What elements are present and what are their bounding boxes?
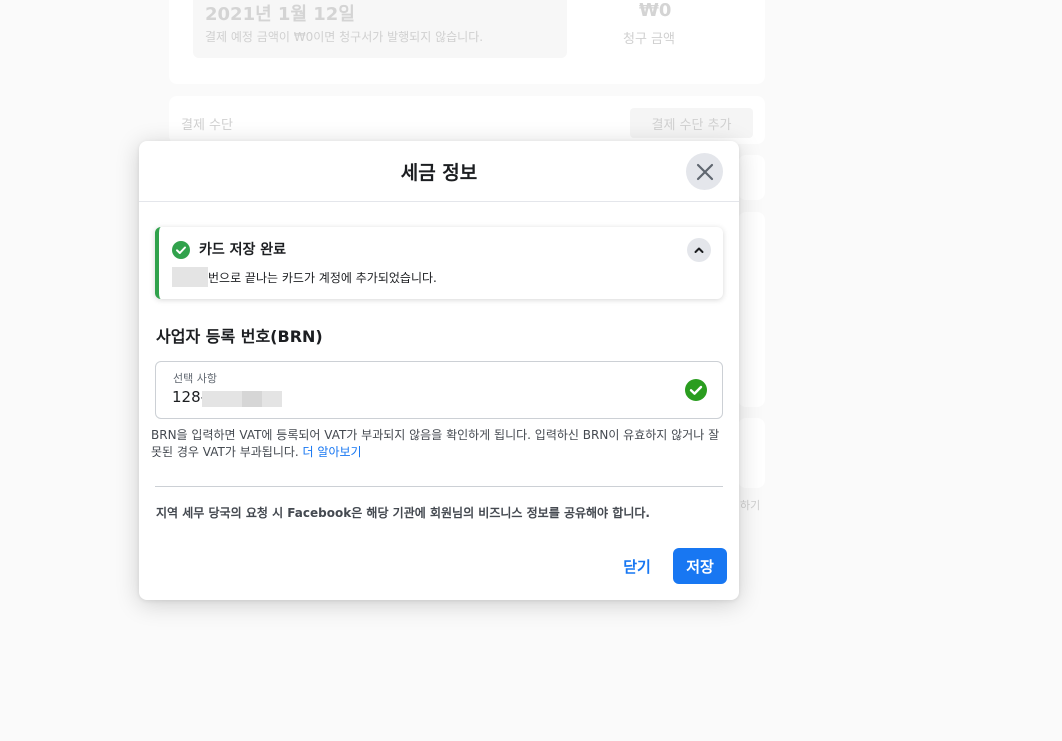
redacted-card-number <box>172 267 208 287</box>
brn-input-label: 선택 사항 <box>173 372 217 385</box>
payment-methods-card: 결제 수단 결제 수단 추가 <box>169 96 765 144</box>
divider <box>155 486 723 487</box>
background-card <box>738 212 765 407</box>
next-bill-panel: 2021년 1월 12일 결제 예정 금액이 ₩0이면 청구서가 발행되지 않습… <box>193 0 567 58</box>
brn-input[interactable]: 선택 사항 128- <box>155 361 723 419</box>
info-sharing-notice: 지역 세무 당국의 요청 시 Facebook은 해당 기관에 회원님의 비즈니… <box>156 506 650 520</box>
dialog-title: 세금 정보 <box>400 162 478 184</box>
brn-help-message: BRN을 입력하면 VAT에 등록되어 VAT가 부과되지 않음을 확인하게 됩… <box>151 428 720 459</box>
brn-input-value: 128- <box>172 388 207 406</box>
check-circle-icon <box>172 241 190 259</box>
valid-check-icon <box>685 379 707 401</box>
redacted-brn <box>242 391 262 407</box>
billing-amount: ₩0 <box>639 0 672 21</box>
payment-methods-label: 결제 수단 <box>181 118 233 133</box>
background-card <box>738 418 765 488</box>
background-card <box>738 155 765 200</box>
chevron-up-icon <box>694 247 704 253</box>
billing-summary-card: 2021년 1월 12일 결제 예정 금액이 ₩0이면 청구서가 발행되지 않습… <box>169 0 765 84</box>
dialog-header: 세금 정보 <box>139 141 739 202</box>
close-icon <box>696 163 713 180</box>
billing-date: 2021년 1월 12일 <box>205 4 355 25</box>
collapse-notice-button[interactable] <box>687 238 711 262</box>
brn-help-text: BRN을 입력하면 VAT에 등록되어 VAT가 부과되지 않음을 확인하게 됩… <box>151 427 727 461</box>
notice-title: 카드 저장 완료 <box>199 242 287 258</box>
tax-info-dialog: 세금 정보 카드 저장 완료 번으로 끝나는 카드가 계정에 추가되었습니다. … <box>139 141 739 600</box>
background-text: 하기 <box>740 499 761 512</box>
add-payment-method-button[interactable]: 결제 수단 추가 <box>630 108 753 138</box>
save-button[interactable]: 저장 <box>673 548 727 584</box>
close-dialog-button[interactable]: 닫기 <box>617 548 657 584</box>
close-button[interactable] <box>686 153 723 190</box>
billing-amount-label: 청구 금액 <box>623 32 675 47</box>
brn-section-title: 사업자 등록 번호(BRN) <box>156 327 323 346</box>
learn-more-link[interactable]: 더 알아보기 <box>303 445 362 459</box>
card-saved-notice: 카드 저장 완료 번으로 끝나는 카드가 계정에 추가되었습니다. <box>155 227 723 299</box>
notice-message: 번으로 끝나는 카드가 계정에 추가되었습니다. <box>208 271 437 285</box>
billing-note: 결제 예정 금액이 ₩0이면 청구서가 발행되지 않습니다. <box>205 30 484 44</box>
